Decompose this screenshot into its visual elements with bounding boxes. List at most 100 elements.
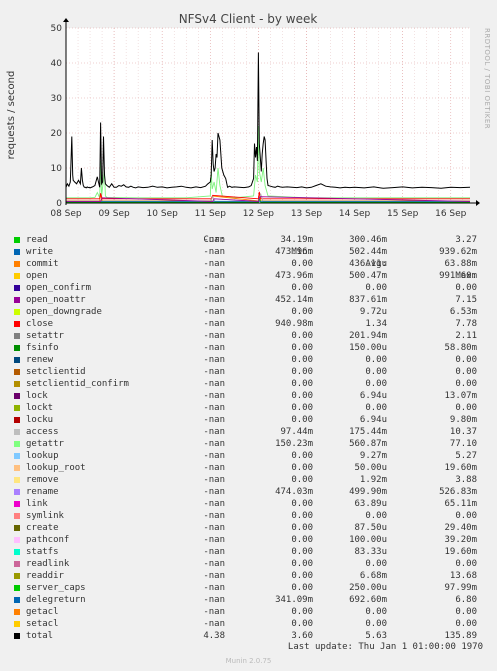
legend-max: 19.60m [444,463,477,473]
x-tick-label: 15 Sep [387,209,419,219]
legend-row: setclientid_confirm -nan 0.00 0.00 0.00 [0,378,497,390]
legend-max: 0.00 [455,619,477,629]
x-tick-label: 09 Sep [98,209,130,219]
legend-min: 0.00 [291,415,313,425]
legend-row: lookup_root -nan 0.00 50.00u 19.60m [0,462,497,474]
legend-cur: -nan [203,367,225,377]
legend-max: 13.68 [449,571,477,581]
legend-min: 0.00 [291,523,313,533]
legend-swatch [14,369,20,375]
legend-cur: -nan [203,571,225,581]
legend-name: setacl [26,619,59,629]
legend-cur: -nan [203,271,225,281]
legend-name: renew [26,355,54,365]
legend-swatch [14,333,20,339]
legend-cur: -nan [203,559,225,569]
legend-name: lookup_root [26,463,86,473]
y-tick-label: 10 [51,164,63,174]
legend-row: link -nan 0.00 63.89u 65.11m [0,498,497,510]
legend-name: readlink [26,559,70,569]
legend-name: locku [26,415,54,425]
legend-name: read [26,235,48,245]
legend-cur: -nan [203,595,225,605]
legend-min: 0.00 [291,607,313,617]
legend-swatch [14,441,20,447]
legend-avg: 500.47m [349,271,387,281]
legend-name: server_caps [26,583,86,593]
legend-min: 0.00 [291,499,313,509]
legend-cur: -nan [203,499,225,509]
legend-avg: 0.00 [365,403,387,413]
legend-min: 97.44m [280,427,313,437]
legend-name: pathconf [26,535,70,545]
legend-name: getacl [26,607,59,617]
legend-max: 135.89 [444,631,477,641]
legend-name: setclientid [26,367,86,377]
legend-max: 0.00 [455,379,477,389]
legend-avg: 6.94u [359,415,387,425]
legend-name: commit [26,259,59,269]
legend-swatch [14,405,20,411]
legend-name: setclientid_confirm [26,379,129,389]
legend-max: 9.80m [449,415,477,425]
legend-min: 0.00 [291,619,313,629]
legend-swatch [14,417,20,423]
legend-avg: 837.61m [349,295,387,305]
legend-max: 58.80m [444,343,477,353]
legend-name: open [26,271,48,281]
legend-row: lookup -nan 0.00 9.27m 5.27 [0,450,497,462]
legend-avg: 87.50u [354,523,387,533]
legend-cur: -nan [203,547,225,557]
legend-name: open_noattr [26,295,86,305]
legend-max: 991.60m [439,271,477,281]
legend-min: 0.00 [291,571,313,581]
legend-cur: -nan [203,439,225,449]
legend-name: delegreturn [26,595,86,605]
legend-swatch [14,429,20,435]
y-tick-label: 30 [51,94,63,104]
legend-swatch [14,273,20,279]
legend-avg: 0.00 [365,607,387,617]
legend-cur: -nan [203,391,225,401]
legend-cur: -nan [203,607,225,617]
legend-cur: -nan [203,247,225,257]
legend-cur: -nan [203,415,225,425]
legend-min: 0.00 [291,355,313,365]
legend-cur: -nan [203,235,225,245]
legend-max: 39.20m [444,535,477,545]
legend-cur: -nan [203,451,225,461]
legend-min: 0.00 [291,391,313,401]
legend-avg: 250.00u [349,583,387,593]
legend-header: Cur: Min: Avg: Max: [0,222,497,281]
legend-swatch [14,561,20,567]
legend-name: open_downgrade [26,307,102,317]
legend-row: getacl -nan 0.00 0.00 0.00 [0,606,497,618]
legend-min: 3.60 [291,631,313,641]
legend-row: open_noattr -nan 452.14m 837.61m 7.15 [0,294,497,306]
legend-row: remove -nan 0.00 1.92m 3.88 [0,474,497,486]
legend-cur: -nan [203,619,225,629]
legend-max: 7.78 [455,319,477,329]
legend-row: locku -nan 0.00 6.94u 9.80m [0,414,497,426]
legend-cur: -nan [203,307,225,317]
legend-max: 5.27 [455,451,477,461]
y-axis-arrow [63,18,69,22]
legend-name: setattr [26,331,64,341]
legend-avg: 692.60m [349,595,387,605]
legend-avg: 0.00 [365,355,387,365]
legend-row: pathconf -nan 0.00 100.00u 39.20m [0,534,497,546]
legend-min: 0.00 [291,307,313,317]
last-update: Last update: Thu Jan 1 01:00:00 1970 [287,642,483,652]
legend-row: getattr -nan 150.23m 560.87m 77.10 [0,438,497,450]
legend-max: 0.00 [455,559,477,569]
legend-row: lockt -nan 0.00 0.00 0.00 [0,402,497,414]
legend-name: readdir [26,571,64,581]
legend-row: close -nan 940.98m 1.34 7.78 [0,318,497,330]
legend-avg: 100.00u [349,535,387,545]
legend-swatch [14,489,20,495]
legend-avg: 63.89u [354,499,387,509]
legend-avg: 0.00 [365,511,387,521]
legend-name: rename [26,487,59,497]
legend-cur: -nan [203,427,225,437]
legend-swatch [14,285,20,291]
